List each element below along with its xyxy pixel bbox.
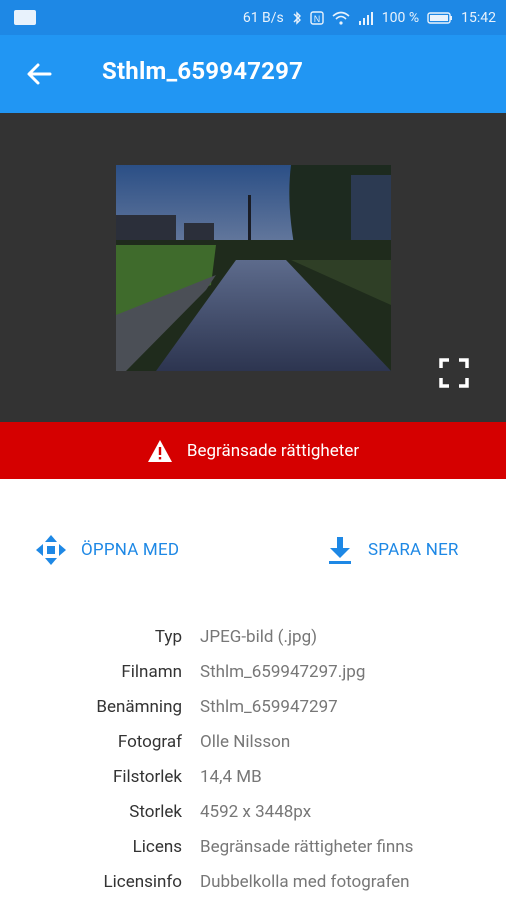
image-preview: [0, 113, 506, 422]
warning-triangle-icon: [147, 439, 172, 462]
info-value: Dubbelkolla med fotografen: [200, 872, 410, 892]
move-arrows-icon: [36, 535, 66, 565]
info-row-license-info: Licensinfo Dubbelkolla med fotografen: [0, 865, 506, 900]
info-key: Fotograf: [117, 732, 182, 752]
info-row-filename: Filnamn Sthlm_659947297.jpg: [0, 655, 506, 690]
clock: 15:42: [461, 9, 496, 26]
fullscreen-button[interactable]: [438, 357, 470, 389]
battery-icon: [427, 11, 453, 25]
status-indicators: 61 B/s N 100 % 15:42: [243, 0, 496, 35]
info-key: Licens: [132, 837, 182, 857]
page-title: Sthlm_659947297: [102, 57, 304, 85]
warning-text: Begränsade rättigheter: [186, 440, 360, 461]
bluetooth-icon: [292, 10, 302, 25]
info-row-photographer: Fotograf Olle Nilsson: [0, 725, 506, 760]
info-row-title: Benämning Sthlm_659947297: [0, 690, 506, 725]
app-bar: Sthlm_659947297: [0, 35, 506, 113]
info-value: 14,4 MB: [200, 767, 262, 787]
signal-icon: [358, 11, 374, 25]
back-button[interactable]: [24, 59, 54, 89]
info-value: Begränsade rättigheter finns: [200, 837, 414, 857]
info-row-type: Typ JPEG-bild (.jpg): [0, 620, 506, 655]
info-value: Sthlm_659947297: [200, 697, 338, 717]
info-key: Filstorlek: [112, 767, 182, 787]
info-key: Licensinfo: [103, 872, 183, 892]
open-with-label: ÖPPNA MED: [81, 540, 180, 560]
info-value: 4592 x 3448px: [200, 802, 312, 822]
info-row-dimensions: Storlek 4592 x 3448px: [0, 795, 506, 830]
info-key: Filnamn: [121, 662, 182, 682]
info-key: Benämning: [96, 697, 182, 717]
download-label: SPARA NER: [368, 540, 459, 560]
status-bar: 61 B/s N 100 % 15:42: [0, 0, 506, 35]
info-row-license: Licens Begränsade rättigheter finns: [0, 830, 506, 865]
info-value: Olle Nilsson: [200, 732, 291, 752]
battery-percent: 100 %: [381, 9, 420, 26]
wifi-icon: [332, 11, 350, 25]
info-value: Sthlm_659947297.jpg: [200, 662, 366, 682]
info-key: Storlek: [129, 802, 182, 822]
file-info-list: Typ JPEG-bild (.jpg) Filnamn Sthlm_65994…: [0, 620, 506, 900]
info-key: Typ: [154, 627, 182, 647]
open-with-button[interactable]: ÖPPNA MED: [35, 532, 179, 568]
network-speed: 61 B/s: [242, 9, 284, 26]
arrow-left-icon: [27, 63, 52, 85]
download-button[interactable]: SPARA NER: [326, 532, 459, 568]
notification-icon: [14, 10, 36, 25]
nfc-icon: N: [310, 10, 324, 25]
info-row-filesize: Filstorlek 14,4 MB: [0, 760, 506, 795]
download-icon: [329, 537, 351, 564]
fullscreen-icon: [439, 358, 469, 388]
photo-thumbnail[interactable]: [116, 165, 391, 371]
svg-text:N: N: [314, 14, 321, 24]
info-value: JPEG-bild (.jpg): [200, 627, 318, 647]
restriction-warning-banner: Begränsade rättigheter: [0, 422, 506, 479]
